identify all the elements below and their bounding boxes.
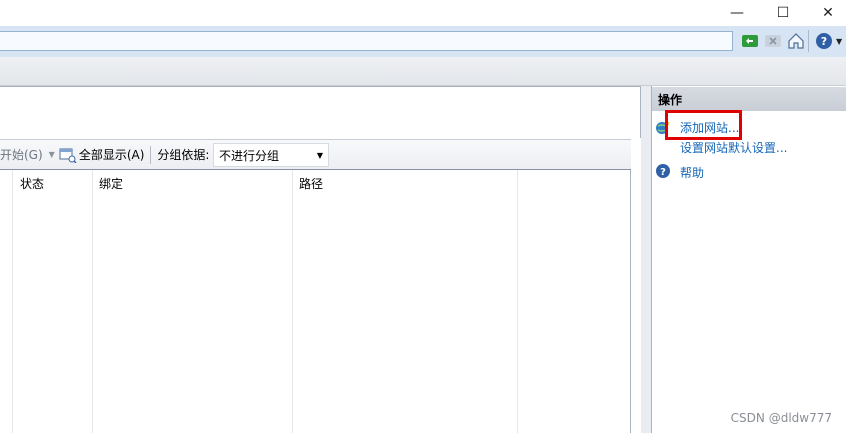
group-by-value: 不进行分组 [219, 148, 280, 163]
start-button[interactable]: 开始(G) [0, 146, 43, 163]
column-divider[interactable] [92, 170, 93, 433]
stop-icon[interactable] [764, 32, 782, 50]
column-header-status[interactable]: 状态 [20, 175, 44, 192]
column-divider[interactable] [517, 170, 518, 433]
svg-text:?: ? [660, 167, 666, 178]
svg-text:?: ? [821, 35, 827, 48]
minimize-icon: — [730, 5, 744, 21]
minimize-button[interactable]: — [714, 0, 760, 26]
home-icon[interactable] [787, 32, 805, 50]
column-header-path[interactable]: 路径 [299, 175, 323, 192]
help-dropdown-icon[interactable]: ▼ [836, 37, 842, 46]
toolbar-separator [808, 30, 809, 52]
help-link[interactable]: 帮助 [680, 164, 704, 181]
filter-separator [150, 145, 152, 164]
address-bar[interactable] [0, 31, 733, 51]
chevron-down-icon: ▼ [316, 150, 323, 160]
help-circle-icon: ? [655, 163, 671, 182]
content-header-area [0, 86, 641, 138]
set-website-defaults-link[interactable]: 设置网站默认设置... [680, 139, 787, 156]
splitter[interactable] [641, 86, 651, 433]
watermark: CSDN @dldw777 [730, 411, 832, 425]
refresh-icon[interactable] [741, 32, 759, 50]
show-all-icon [59, 147, 77, 163]
group-by-select[interactable]: 不进行分组 ▼ [213, 143, 329, 167]
sites-table [0, 170, 631, 433]
actions-panel-title: 操作 [652, 87, 846, 111]
group-by-label: 分组依据: [157, 148, 210, 162]
column-divider[interactable] [292, 170, 293, 433]
maximize-button[interactable]: ☐ [760, 0, 806, 26]
menu-band [0, 57, 846, 86]
annotation-highlight-box [665, 110, 742, 140]
column-divider[interactable] [12, 170, 13, 433]
maximize-icon: ☐ [776, 5, 790, 21]
close-icon: ✕ [822, 5, 834, 21]
show-all-button[interactable]: 全部显示(A) [79, 146, 145, 163]
start-dropdown-icon[interactable]: ▼ [49, 150, 55, 159]
close-button[interactable]: ✕ [805, 0, 846, 26]
help-icon[interactable]: ? [815, 32, 833, 50]
column-header-binding[interactable]: 绑定 [99, 175, 123, 192]
